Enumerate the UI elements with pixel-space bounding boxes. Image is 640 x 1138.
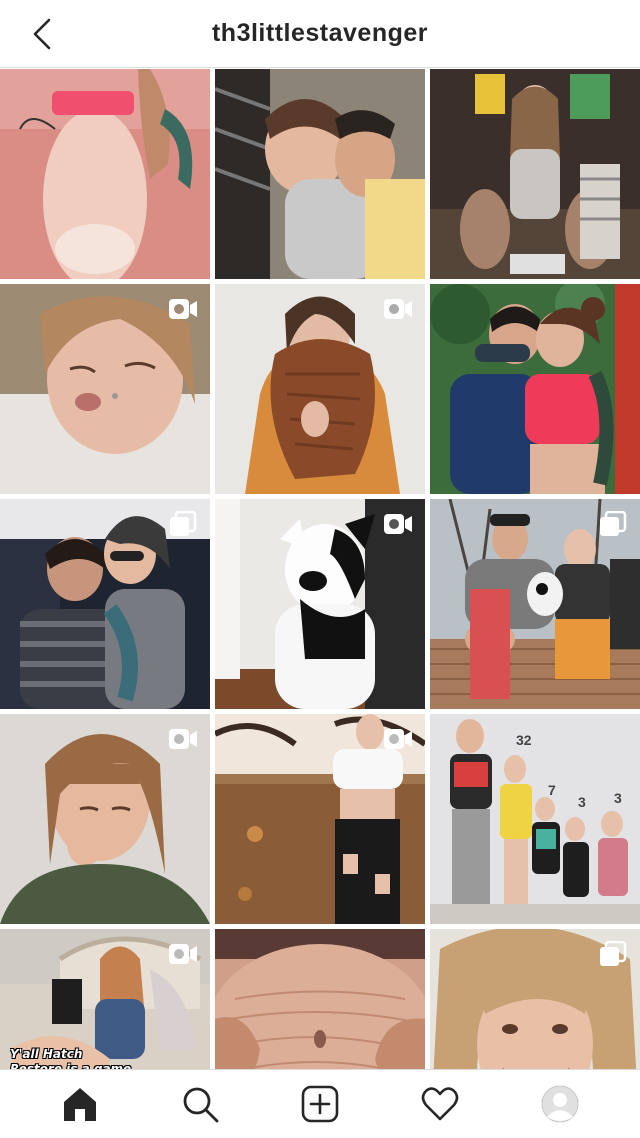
post-tile[interactable] bbox=[0, 499, 210, 709]
heart-icon bbox=[421, 1087, 459, 1121]
video-camera-icon bbox=[169, 729, 197, 749]
video-camera-icon bbox=[169, 299, 197, 319]
post-tile[interactable] bbox=[0, 714, 210, 924]
avatar-icon bbox=[541, 1085, 579, 1123]
nav-new-post-button[interactable] bbox=[295, 1079, 345, 1129]
age-number-label: 32 bbox=[516, 732, 532, 748]
post-tile[interactable] bbox=[430, 284, 640, 494]
age-number-label: 7 bbox=[548, 782, 556, 798]
nav-profile-button[interactable] bbox=[535, 1079, 585, 1129]
nav-search-button[interactable] bbox=[175, 1079, 225, 1129]
post-caption-overlay: Y'all Hatch Restore is a game changer! bbox=[10, 1047, 132, 1069]
chevron-left-icon bbox=[33, 18, 51, 50]
carousel-icon bbox=[170, 511, 197, 536]
post-tile[interactable] bbox=[430, 69, 640, 279]
post-thumbnail bbox=[430, 284, 640, 494]
nav-home-button[interactable] bbox=[55, 1079, 105, 1129]
post-thumbnail bbox=[215, 69, 425, 279]
post-tile[interactable] bbox=[215, 69, 425, 279]
post-tile[interactable] bbox=[215, 714, 425, 924]
post-tile[interactable]: 32 7 3 3 bbox=[430, 714, 640, 924]
post-thumbnail bbox=[215, 929, 425, 1069]
video-camera-icon bbox=[384, 299, 412, 319]
video-camera-icon bbox=[169, 944, 197, 964]
post-tile[interactable] bbox=[215, 499, 425, 709]
post-tile[interactable] bbox=[215, 284, 425, 494]
plus-square-icon bbox=[301, 1085, 339, 1123]
post-tile[interactable] bbox=[430, 499, 640, 709]
post-tile[interactable]: Y'all Hatch Restore is a game changer! bbox=[0, 929, 210, 1069]
carousel-icon bbox=[600, 941, 627, 966]
post-thumbnail bbox=[430, 69, 640, 279]
video-camera-icon bbox=[384, 514, 412, 534]
video-camera-icon bbox=[384, 729, 412, 749]
post-grid: 32 7 3 3 Y'all Hatch Restore is a game c… bbox=[0, 69, 640, 1069]
post-thumbnail bbox=[430, 714, 640, 924]
top-bar: th3littlestavenger bbox=[0, 0, 640, 68]
post-tile[interactable] bbox=[0, 284, 210, 494]
age-number-label: 3 bbox=[614, 790, 622, 806]
profile-username-title: th3littlestavenger bbox=[211, 19, 428, 47]
post-tile[interactable] bbox=[215, 929, 425, 1069]
post-tile[interactable] bbox=[430, 929, 640, 1069]
post-tile[interactable] bbox=[0, 69, 210, 279]
home-icon bbox=[64, 1088, 96, 1121]
search-icon bbox=[183, 1087, 219, 1123]
nav-activity-button[interactable] bbox=[415, 1079, 465, 1129]
age-number-label: 3 bbox=[578, 794, 586, 810]
bottom-nav-bar bbox=[0, 1069, 640, 1138]
carousel-icon bbox=[600, 511, 627, 536]
back-button[interactable] bbox=[22, 16, 62, 52]
post-thumbnail bbox=[0, 69, 210, 279]
